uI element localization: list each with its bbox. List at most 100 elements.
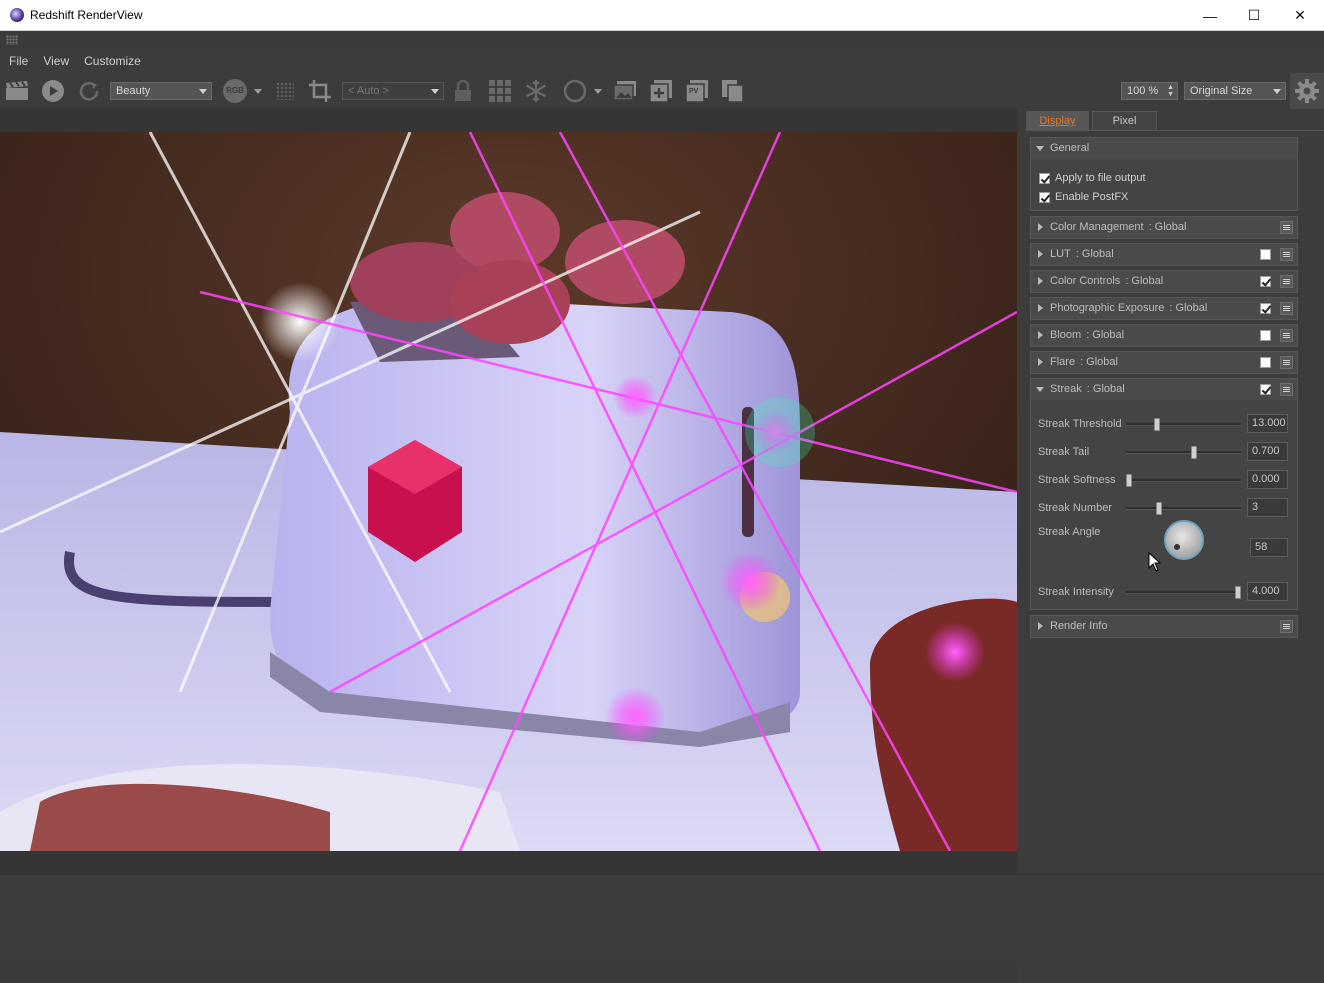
close-button[interactable]: ✕ bbox=[1277, 0, 1323, 31]
rgb-dropdown-arrow[interactable] bbox=[252, 79, 264, 103]
streak-threshold-value[interactable]: 13.000 bbox=[1247, 414, 1288, 433]
play-render-icon[interactable] bbox=[40, 79, 66, 103]
region-select[interactable]: < Auto > bbox=[342, 82, 444, 100]
streak-angle-dial[interactable] bbox=[1164, 520, 1204, 560]
streak-intensity-value[interactable]: 4.000 bbox=[1247, 582, 1288, 601]
size-select-value: Original Size bbox=[1190, 85, 1253, 97]
slider-handle[interactable] bbox=[1234, 586, 1241, 599]
menu-icon[interactable] bbox=[1280, 248, 1293, 261]
zoom-input[interactable]: 100 % ▲ ▼ bbox=[1121, 82, 1178, 100]
minimize-button[interactable]: — bbox=[1187, 0, 1233, 31]
chevron-down-icon bbox=[254, 88, 262, 94]
section-scope: : Global bbox=[1125, 275, 1164, 287]
streak-threshold-slider[interactable] bbox=[1126, 418, 1241, 431]
section-flare[interactable]: Flare: Global bbox=[1030, 351, 1298, 374]
menu-customize[interactable]: Customize bbox=[84, 54, 141, 68]
streak-tail-slider[interactable] bbox=[1126, 446, 1241, 459]
section-streak-header[interactable]: Streak: Global bbox=[1031, 379, 1297, 400]
maximize-button[interactable]: ☐ bbox=[1231, 0, 1277, 31]
picture-viewer-button[interactable]: PV bbox=[684, 79, 710, 103]
chevron-down-icon bbox=[1273, 89, 1281, 94]
horizontal-scrollbar[interactable] bbox=[0, 961, 1017, 983]
add-snapshot-icon[interactable] bbox=[648, 79, 674, 103]
image-icon[interactable] bbox=[612, 79, 638, 103]
streak-intensity-label: Streak Intensity bbox=[1038, 586, 1114, 598]
window-title: Redshift RenderView bbox=[30, 8, 143, 22]
rgb-channel-button[interactable]: RGB bbox=[222, 79, 248, 103]
settings-button[interactable] bbox=[1290, 73, 1324, 109]
menu-icon[interactable] bbox=[1280, 221, 1293, 234]
streak-tail-value[interactable]: 0.700 bbox=[1247, 442, 1288, 461]
dotted-grid-icon[interactable] bbox=[274, 79, 296, 103]
spinner-arrows-icon: ▲ ▼ bbox=[1167, 84, 1174, 98]
slider-handle[interactable] bbox=[1126, 474, 1133, 487]
region-select-value: < Auto > bbox=[348, 85, 389, 97]
streak-enable-checkbox[interactable] bbox=[1260, 384, 1271, 395]
menu-bar: File View Customize bbox=[0, 49, 1324, 73]
crop-region-icon[interactable] bbox=[307, 79, 333, 103]
lut-enable-checkbox[interactable] bbox=[1260, 249, 1271, 260]
snapshot-dropdown-arrow[interactable] bbox=[592, 79, 604, 103]
menu-file[interactable]: File bbox=[9, 54, 28, 68]
photographic-exposure-enable-checkbox[interactable] bbox=[1260, 303, 1271, 314]
section-general-header[interactable]: General bbox=[1031, 138, 1297, 159]
streak-number-row: Streak Number 3 bbox=[1038, 498, 1294, 518]
bloom-enable-checkbox[interactable] bbox=[1260, 330, 1271, 341]
streak-softness-slider[interactable] bbox=[1126, 474, 1241, 487]
section-color-controls-header: Color Controls: Global bbox=[1031, 271, 1297, 292]
section-bloom[interactable]: Bloom: Global bbox=[1030, 324, 1298, 347]
enable-postfx-row[interactable]: Enable PostFX bbox=[1039, 189, 1128, 205]
section-render-info[interactable]: Render Info bbox=[1030, 615, 1298, 638]
apply-to-file-output-row[interactable]: Apply to file output bbox=[1039, 170, 1146, 186]
menu-view[interactable]: View bbox=[43, 54, 69, 68]
lock-icon[interactable] bbox=[452, 79, 474, 103]
grip-dots-icon bbox=[6, 35, 18, 45]
apply-to-file-output-label: Apply to file output bbox=[1055, 172, 1146, 184]
streak-tail-label: Streak Tail bbox=[1038, 446, 1090, 458]
streak-angle-row: Streak Angle 58 bbox=[1038, 520, 1294, 568]
menu-icon[interactable] bbox=[1280, 620, 1293, 633]
apply-to-file-output-checkbox[interactable] bbox=[1039, 172, 1050, 184]
streak-tail-row: Streak Tail 0.700 bbox=[1038, 442, 1294, 462]
section-color-controls[interactable]: Color Controls: Global bbox=[1030, 270, 1298, 293]
enable-postfx-checkbox[interactable] bbox=[1039, 191, 1050, 203]
render-image[interactable] bbox=[0, 132, 1017, 851]
streak-softness-value[interactable]: 0.000 bbox=[1247, 470, 1288, 489]
section-color-management[interactable]: Color Management: Global bbox=[1030, 216, 1298, 239]
section-title: Bloom bbox=[1050, 329, 1082, 341]
collapsed-arrow-icon bbox=[1038, 358, 1043, 366]
toolbar-grip[interactable] bbox=[0, 31, 1324, 49]
streak-number-slider[interactable] bbox=[1126, 502, 1241, 515]
size-select[interactable]: Original Size bbox=[1184, 82, 1286, 100]
section-title: Color Management bbox=[1050, 221, 1144, 233]
streak-angle-value[interactable]: 58 bbox=[1250, 538, 1288, 557]
streak-number-value[interactable]: 3 bbox=[1247, 498, 1288, 517]
aov-select[interactable]: Beauty bbox=[110, 82, 212, 100]
section-photographic-exposure[interactable]: Photographic Exposure: Global bbox=[1030, 297, 1298, 320]
section-title: Render Info bbox=[1050, 620, 1108, 632]
bucket-grid-icon[interactable] bbox=[487, 79, 513, 103]
streak-intensity-slider[interactable] bbox=[1126, 586, 1241, 599]
section-lut[interactable]: LUT: Global bbox=[1030, 243, 1298, 266]
tab-pixel[interactable]: Pixel bbox=[1092, 111, 1157, 130]
color-controls-enable-checkbox[interactable] bbox=[1260, 276, 1271, 287]
menu-icon[interactable] bbox=[1280, 356, 1293, 369]
slider-handle[interactable] bbox=[1156, 502, 1163, 515]
copy-icon[interactable] bbox=[720, 79, 746, 103]
tab-divider bbox=[1026, 130, 1324, 131]
menu-icon[interactable] bbox=[1280, 302, 1293, 315]
slider-handle[interactable] bbox=[1190, 446, 1197, 459]
slider-handle[interactable] bbox=[1154, 418, 1161, 431]
render-viewport[interactable] bbox=[0, 109, 1017, 983]
menu-icon[interactable] bbox=[1280, 329, 1293, 342]
toolbar: Beauty RGB < Auto > PV 100 % ▲ ▼ Origina… bbox=[0, 73, 1324, 109]
tab-display[interactable]: Display bbox=[1026, 111, 1089, 130]
flare-enable-checkbox[interactable] bbox=[1260, 357, 1271, 368]
circle-snapshot-icon[interactable] bbox=[562, 79, 588, 103]
clapperboard-icon[interactable] bbox=[4, 79, 30, 103]
snowflake-icon[interactable] bbox=[523, 79, 549, 103]
streak-threshold-label: Streak Threshold bbox=[1038, 418, 1122, 430]
menu-icon[interactable] bbox=[1280, 383, 1293, 396]
menu-icon[interactable] bbox=[1280, 275, 1293, 288]
refresh-icon[interactable] bbox=[77, 79, 101, 103]
